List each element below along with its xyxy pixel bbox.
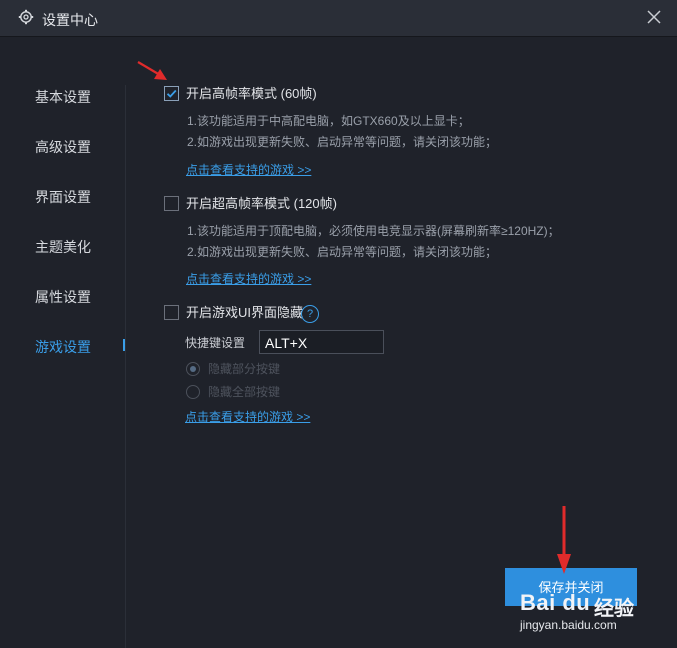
watermark-url: jingyan.baidu.com	[520, 618, 617, 632]
annotation-arrow-icon	[557, 506, 571, 574]
sidebar-divider	[125, 85, 126, 648]
hide-all-radio[interactable]	[186, 385, 200, 399]
hotkey-input[interactable]: ALT+X	[259, 330, 384, 354]
high-fps-label: 开启高帧率模式 (60帧)	[186, 86, 317, 101]
ultra-fps-games-link[interactable]: 点击查看支持的游戏 >>	[186, 271, 311, 287]
close-icon[interactable]	[645, 8, 663, 26]
high-fps-games-link[interactable]: 点击查看支持的游戏 >>	[186, 162, 311, 178]
high-fps-checkbox[interactable]	[164, 86, 179, 101]
watermark-jingyan: 经验	[594, 598, 634, 620]
active-tab-indicator	[123, 339, 125, 351]
hide-all-label: 隐藏全部按键	[208, 385, 281, 399]
hide-partial-radio[interactable]	[186, 362, 200, 376]
ultra-fps-checkbox[interactable]	[164, 196, 179, 211]
high-fps-note-1: 1.该功能适用于中高配电脑，如GTX660及以上显卡；	[187, 114, 470, 128]
sidebar-item-interface[interactable]: 界面设置	[35, 187, 91, 207]
hide-ui-checkbox[interactable]	[164, 305, 179, 320]
gear-icon	[18, 9, 34, 25]
baidu-watermark: Bai du 经验 jingyan.baidu.com	[518, 590, 668, 640]
hotkey-label: 快捷键设置	[185, 336, 246, 350]
hide-ui-games-link[interactable]: 点击查看支持的游戏 >>	[185, 409, 310, 425]
ultra-fps-note-1: 1.该功能适用于顶配电脑，必须使用电竞显示器(屏幕刷新率≥120HZ)；	[187, 224, 560, 238]
sidebar-item-theme[interactable]: 主题美化	[35, 237, 91, 257]
sidebar-item-advanced[interactable]: 高级设置	[35, 137, 91, 157]
ultra-fps-note-2: 2.如游戏出现更新失败、启动异常等问题，请关闭该功能；	[187, 245, 498, 259]
sidebar-item-basic[interactable]: 基本设置	[35, 87, 91, 107]
help-icon[interactable]: ?	[301, 305, 319, 323]
watermark-brand: Bai du	[520, 590, 591, 615]
checkmark-icon	[166, 89, 177, 98]
ultra-fps-label: 开启超高帧率模式 (120帧)	[186, 196, 337, 211]
sidebar-item-properties[interactable]: 属性设置	[35, 287, 91, 307]
window-title: 设置中心	[42, 12, 98, 28]
high-fps-note-2: 2.如游戏出现更新失败、启动异常等问题，请关闭该功能；	[187, 135, 498, 149]
hide-ui-label: 开启游戏UI界面隐藏	[186, 305, 304, 320]
hide-partial-label: 隐藏部分按键	[208, 362, 281, 376]
annotation-arrow-icon	[137, 61, 167, 80]
sidebar-item-game[interactable]: 游戏设置	[35, 337, 91, 357]
title-bar: 设置中心	[0, 0, 677, 37]
